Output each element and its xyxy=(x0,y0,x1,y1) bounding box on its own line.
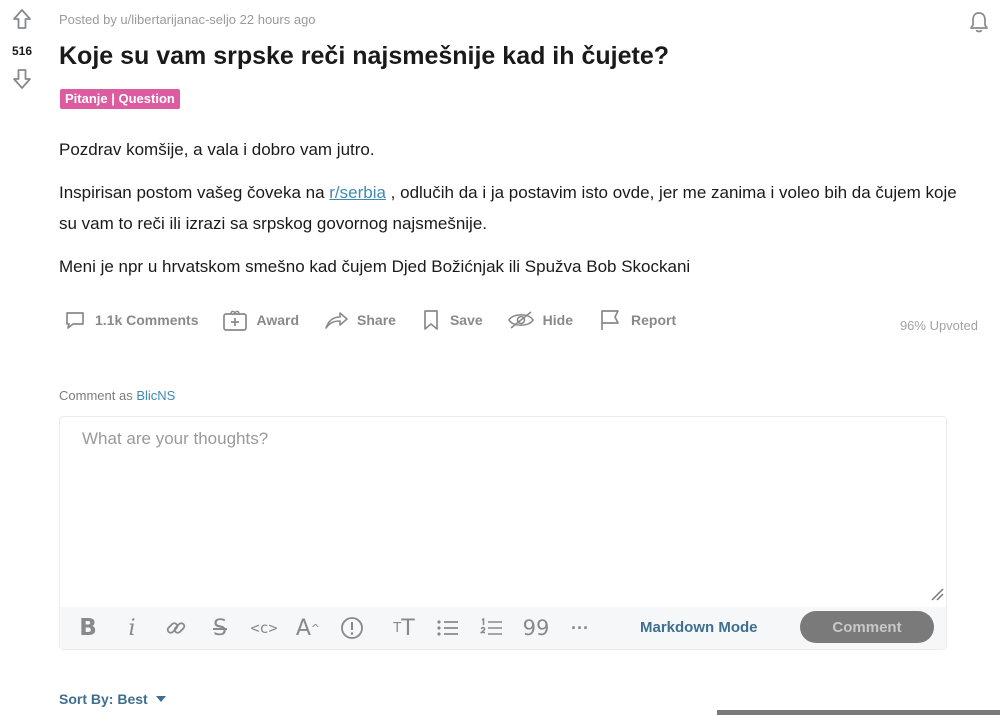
post-body: Pozdrav komšije, a vala i dobro vam jutr… xyxy=(59,134,979,294)
subreddit-link[interactable]: r/serbia xyxy=(329,183,386,202)
post-paragraph: Inspirisan postom vašeg čoveka na r/serb… xyxy=(59,177,979,239)
more-icon[interactable]: ··· xyxy=(560,611,600,645)
flag-icon xyxy=(601,310,619,330)
horizontal-scrollbar[interactable] xyxy=(717,710,1000,715)
comments-label: 1.1k Comments xyxy=(95,312,199,328)
comment-username[interactable]: BlicNS xyxy=(136,388,175,403)
caret-down-icon xyxy=(155,696,166,702)
heading-icon[interactable]: TT xyxy=(384,611,424,645)
resize-handle[interactable] xyxy=(930,587,944,601)
bulleted-list-icon[interactable] xyxy=(428,611,468,645)
comment-editor: B i S <c> A^ TT 99 ··· Markdown Mode Com… xyxy=(59,416,964,650)
bookmark-icon xyxy=(424,310,438,330)
inline-code-icon[interactable]: <c> xyxy=(244,611,284,645)
hide-label: Hide xyxy=(542,312,573,328)
notification-bell-button[interactable] xyxy=(966,8,992,36)
share-label: Share xyxy=(357,312,396,328)
hide-button[interactable]: Hide xyxy=(507,308,573,332)
numbered-list-icon[interactable] xyxy=(472,611,512,645)
upvote-button[interactable] xyxy=(10,6,34,32)
post-title: Koje su vam srpske reči najsmešnije kad … xyxy=(59,42,669,70)
report-label: Report xyxy=(631,312,677,328)
strikethrough-icon[interactable]: S xyxy=(200,611,240,645)
comment-input[interactable] xyxy=(60,417,964,611)
formatting-toolbar: B i S <c> A ^ TT 99 ··· Markdown Mode Com… xyxy=(60,607,946,649)
downvote-arrow-icon xyxy=(13,69,31,89)
vote-column: 516 xyxy=(0,6,44,92)
quote-block-icon[interactable]: 99 xyxy=(516,611,556,645)
paragraph-text: Inspirisan postom vašeg čoveka na xyxy=(59,183,330,202)
post-paragraph: Pozdrav komšije, a vala i dobro vam jutr… xyxy=(59,140,375,159)
share-button[interactable]: Share xyxy=(323,308,396,332)
comment-submit-button[interactable]: Comment xyxy=(800,611,934,643)
superscript-icon[interactable]: A ^ xyxy=(288,611,328,645)
post-paragraph: Meni je npr u hrvatskom smešno kad čujem… xyxy=(59,257,691,276)
save-button[interactable]: Save xyxy=(420,308,483,332)
award-button[interactable]: Award xyxy=(222,308,299,332)
award-label: Award xyxy=(256,312,300,328)
upvote-ratio: 96% Upvoted xyxy=(899,318,978,333)
sort-label: Sort By: Best xyxy=(59,691,148,707)
italic-icon[interactable]: i xyxy=(112,611,152,645)
bell-icon xyxy=(970,12,988,33)
post-flair[interactable]: Pitanje | Question xyxy=(60,89,180,109)
comment-as-prefix: Comment as xyxy=(59,388,137,403)
spoiler-icon[interactable] xyxy=(332,611,372,645)
award-icon xyxy=(223,310,248,331)
bold-icon[interactable]: B xyxy=(68,611,108,645)
hide-eye-icon xyxy=(507,311,534,329)
comment-as-label: Comment as BlicNS xyxy=(59,388,175,403)
downvote-button[interactable] xyxy=(10,66,34,92)
share-icon xyxy=(325,312,348,329)
markdown-mode-button[interactable]: Markdown Mode xyxy=(640,619,758,636)
comments-button[interactable]: 1.1k Comments xyxy=(63,308,198,332)
vote-count: 516 xyxy=(11,44,33,58)
posted-by: Posted by u/libertarijanac-seljo 22 hour… xyxy=(59,12,316,27)
resize-grip-icon xyxy=(931,588,944,601)
post-actions: 1.1k Comments Award Share Save Hide Repo… xyxy=(63,308,700,332)
link-icon[interactable] xyxy=(156,611,196,645)
upvote-arrow-icon xyxy=(13,9,31,29)
comment-icon xyxy=(66,312,84,329)
report-button[interactable]: Report xyxy=(597,308,676,332)
save-label: Save xyxy=(449,312,483,328)
sort-dropdown[interactable]: Sort By: Best xyxy=(59,691,166,707)
